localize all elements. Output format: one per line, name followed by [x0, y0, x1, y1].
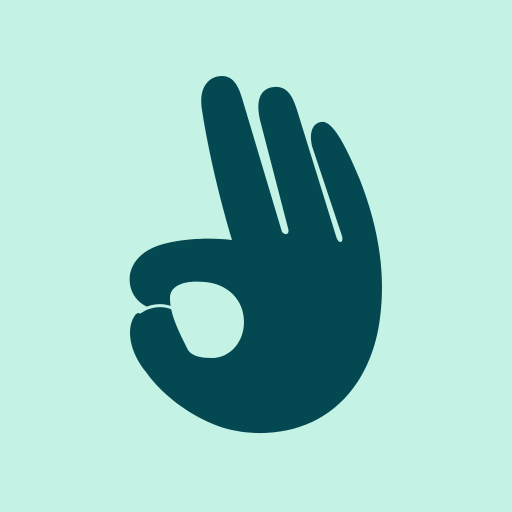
hand-shape — [129, 76, 382, 434]
ok-hand-icon — [129, 76, 382, 434]
app-icon-background — [0, 0, 512, 512]
